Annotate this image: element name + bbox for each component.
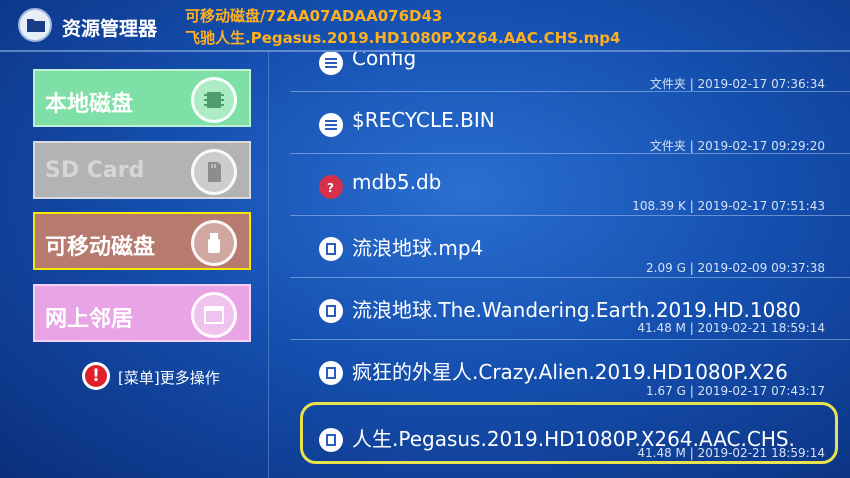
network-window-icon (191, 292, 237, 338)
file-meta: 108.39 K | 2019-02-17 07:51:43 (632, 199, 825, 213)
unknown-file-icon: ? (319, 175, 343, 199)
sidebar-item-sd-card[interactable]: SD Card (33, 141, 251, 199)
menu-hint-text: [菜单]更多操作 (118, 369, 220, 387)
video-file-icon (319, 299, 343, 323)
sidebar-item-label: 本地磁盘 (45, 92, 134, 117)
file-meta: 文件夹 | 2019-02-17 09:29:20 (649, 139, 825, 153)
sidebar-item-label: 可移动磁盘 (45, 235, 156, 260)
video-file-icon (319, 237, 343, 261)
file-list: Config 文件夹 | 2019-02-17 07:36:34 $RECYCL… (270, 52, 850, 478)
folder-list-icon (319, 113, 343, 137)
app-title: 资源管理器 (62, 18, 158, 40)
file-row[interactable]: Config 文件夹 | 2019-02-17 07:36:34 (270, 52, 850, 114)
row-divider (290, 153, 850, 154)
folder-icon (18, 8, 52, 42)
current-path: 可移动磁盘/72AA07ADAA076D43 (185, 7, 443, 25)
file-row[interactable]: $RECYCLE.BIN 文件夹 | 2019-02-17 09:29:20 (270, 108, 850, 176)
row-divider (290, 91, 850, 92)
file-name: $RECYCLE.BIN (352, 108, 495, 132)
file-meta: 41.48 M | 2019-02-21 18:59:14 (637, 321, 825, 335)
sidebar-item-network-neighborhood[interactable]: 网上邻居 (33, 284, 251, 342)
svg-text:?: ? (327, 181, 334, 195)
memory-chip-icon (191, 77, 237, 123)
current-file-name: 飞驰人生.Pegasus.2019.HD1080P.X264.AAC.CHS.m… (185, 29, 621, 47)
sidebar-item-label: 网上邻居 (45, 307, 134, 332)
folder-list-icon (319, 52, 343, 75)
file-meta: 1.67 G | 2019-02-17 07:43:17 (646, 384, 825, 398)
file-meta: 2.09 G | 2019-02-09 09:37:38 (646, 261, 825, 275)
top-bar: 资源管理器 可移动磁盘/72AA07ADAA076D43 飞驰人生.Pegasu… (0, 0, 850, 50)
file-name: Config (352, 52, 417, 70)
file-name: mdb5.db (352, 170, 442, 194)
usb-drive-icon (191, 220, 237, 266)
file-name: 疯狂的外星人.Crazy.Alien.2019.HD1080P.X26 (352, 360, 788, 384)
video-file-icon (319, 361, 343, 385)
selection-highlight (300, 402, 838, 464)
sidebar-item-label: SD Card (45, 158, 145, 183)
file-row[interactable]: 流浪地球.mp4 2.09 G | 2019-02-09 09:37:38 (270, 236, 850, 300)
row-divider (290, 277, 850, 278)
row-divider (290, 215, 850, 216)
file-meta: 文件夹 | 2019-02-17 07:36:34 (649, 77, 825, 91)
row-divider (290, 339, 850, 340)
sidebar-item-local-disk[interactable]: 本地磁盘 (33, 69, 251, 127)
file-row[interactable]: 流浪地球.The.Wandering.Earth.2019.HD.1080 41… (270, 298, 850, 362)
sidebar-item-removable-disk[interactable]: 可移动磁盘 (33, 212, 251, 270)
file-name: 流浪地球.mp4 (352, 236, 484, 260)
file-row[interactable]: ? mdb5.db 108.39 K | 2019-02-17 07:51:43 (270, 170, 850, 238)
pane-divider (268, 52, 269, 478)
file-name: 流浪地球.The.Wandering.Earth.2019.HD.1080 (352, 298, 801, 322)
warning-icon: ! (82, 362, 110, 390)
sd-card-icon (191, 149, 237, 195)
